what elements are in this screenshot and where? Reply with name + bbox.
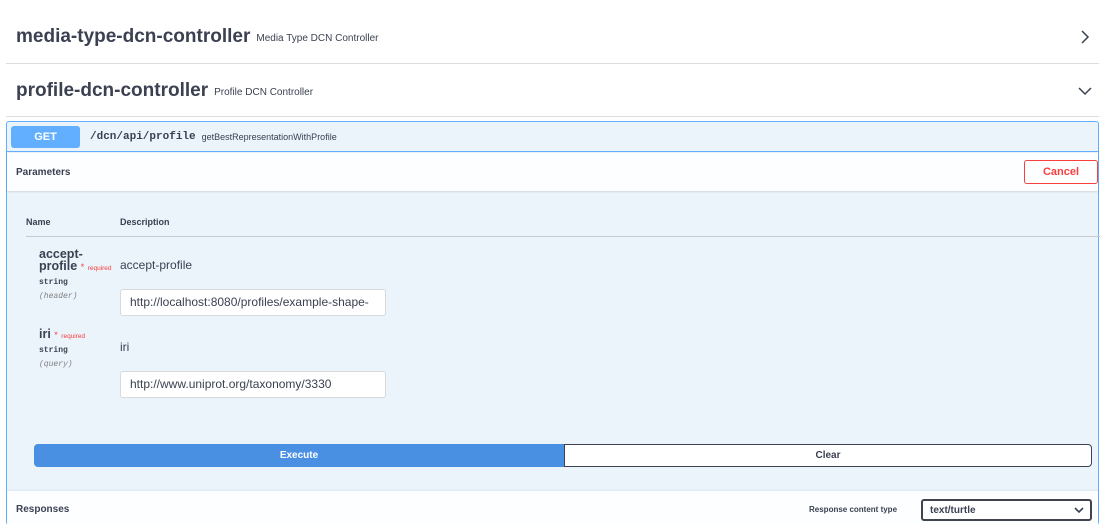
parameters-title: Parameters	[16, 166, 71, 178]
required-label: required	[87, 265, 112, 272]
chevron-down-icon	[1074, 507, 1084, 514]
required-star: *	[54, 330, 58, 340]
param-location: (header)	[39, 292, 78, 301]
tag-name: media-type-dcn-controller	[16, 25, 251, 47]
column-header-name: Name	[26, 217, 51, 227]
clear-button[interactable]: Clear	[564, 444, 1092, 467]
param-name-iri: iri * required	[39, 328, 85, 343]
response-content-type-label: Response content type	[809, 505, 898, 514]
operation-id: getBestRepresentationWithProfile	[201, 131, 337, 142]
tag-description: Media Type DCN Controller	[256, 32, 379, 44]
tag-section-media-type-dcn-controller[interactable]: media-type-dcn-controller Media Type DCN…	[6, 10, 1099, 64]
method-badge: GET	[11, 125, 80, 148]
execute-button[interactable]: Execute	[34, 444, 564, 467]
param-name-accept-profile: accept- profile * required	[39, 248, 112, 275]
tag-section-profile-dcn-controller[interactable]: profile-dcn-controller Profile DCN Contr…	[6, 65, 1099, 117]
required-label: required	[61, 333, 86, 340]
iri-input[interactable]: http://www.uniprot.org/taxonomy/3330	[120, 371, 386, 398]
param-description: accept-profile	[120, 258, 193, 272]
chevron-right-icon[interactable]	[1077, 29, 1093, 45]
tag-name: profile-dcn-controller	[16, 79, 209, 101]
param-type: string	[39, 346, 68, 355]
param-description: iri	[120, 340, 130, 354]
selected-content-type: text/turtle	[930, 504, 976, 516]
operation-block: GET /dcn/api/profile getBestRepresentati…	[6, 121, 1100, 524]
chevron-down-icon[interactable]	[1077, 83, 1093, 99]
param-location: (query)	[39, 360, 73, 369]
column-header-description: Description	[120, 217, 170, 227]
tag-description: Profile DCN Controller	[214, 86, 314, 98]
response-content-type-select[interactable]: text/turtle	[921, 499, 1092, 521]
responses-title: Responses	[16, 503, 70, 515]
param-name-text: iri	[39, 327, 51, 341]
column-divider	[26, 236, 1100, 237]
responses-header: Responses Response content type text/tur…	[7, 491, 1098, 524]
operation-summary[interactable]: GET /dcn/api/profile getBestRepresentati…	[7, 122, 1098, 152]
parameters-header: Parameters Cancel	[7, 153, 1098, 191]
param-type: string	[39, 278, 68, 287]
cancel-button[interactable]: Cancel	[1024, 160, 1098, 184]
required-star: *	[80, 262, 85, 272]
operation-path: /dcn/api/profile	[90, 130, 196, 143]
param-name-line2: profile	[39, 259, 78, 273]
accept-profile-input[interactable]: http://localhost:8080/profiles/example-s…	[120, 289, 386, 316]
